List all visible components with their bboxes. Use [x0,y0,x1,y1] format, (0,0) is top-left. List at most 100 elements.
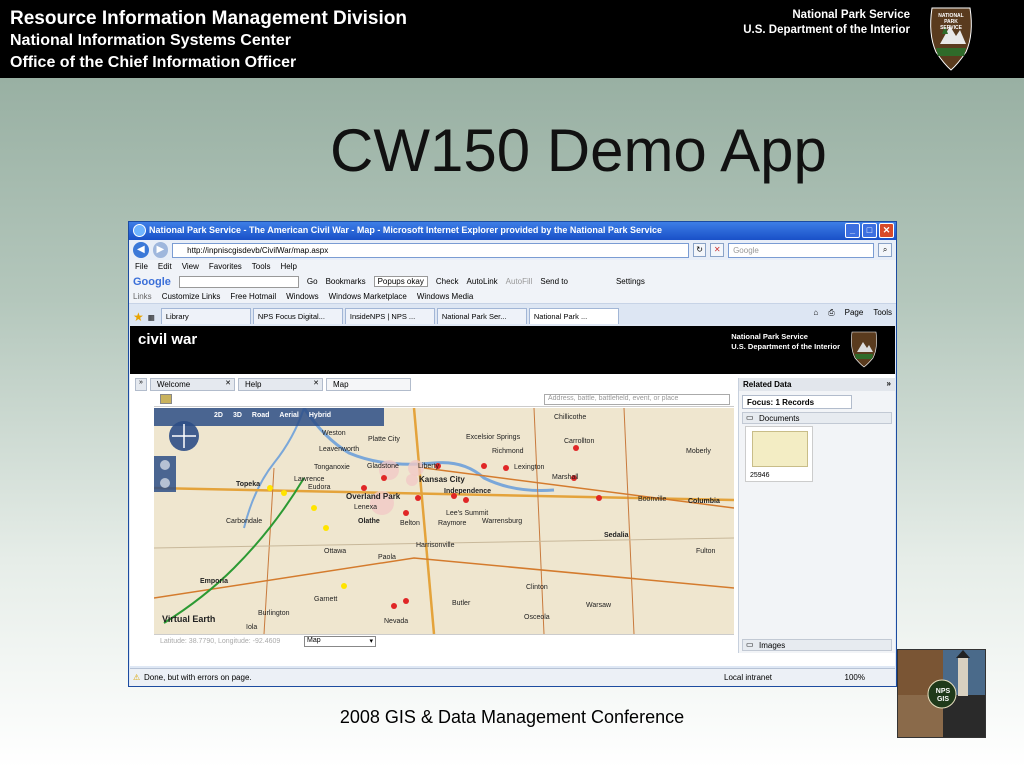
maximize-button[interactable]: □ [862,223,877,238]
documents-section[interactable]: ▭ Documents [742,412,892,424]
map-label: Carbondale [226,518,263,525]
collapse-right-icon[interactable]: » [887,379,891,388]
address-row: ◀ ▶ http://inpniscgisdevb/CivilWar/map.a… [129,240,896,260]
map-label: Topeka [236,481,260,488]
tab-welcome[interactable]: Welcome ✕ [150,378,235,391]
page-menu[interactable]: Page [845,308,864,318]
chevron-down-icon: ▾ [369,638,373,645]
map-label: Columbia [688,498,720,505]
related-data-title: Related Data [743,380,792,389]
map-search-placeholder: Address, battle, battlefield, event, or … [548,395,679,402]
tab-nps-1[interactable]: National Park Ser... [436,308,527,324]
address-text: http://inpniscgisdevb/CivilWar/map.aspx [187,245,329,255]
menu-help[interactable]: Help [280,262,296,271]
close-button[interactable]: ✕ [879,223,894,238]
home-icon[interactable]: ⌂ [813,308,818,318]
tab-nps-focus[interactable]: NPS Focus Digital... [252,308,343,324]
focus-records-tab[interactable]: Focus: 1 Records [742,395,852,409]
virtual-earth-logo: Virtual Earth [162,614,216,624]
link-media[interactable]: Windows Media [417,292,473,301]
autolink-button[interactable]: AutoLink [467,277,498,286]
refresh-icon[interactable]: ↻ [692,243,707,257]
google-toolbar: Google Go Bookmarks Popups okay Check Au… [129,273,896,290]
images-section[interactable]: ▭ Images [742,639,892,651]
zoom-level[interactable]: 100% [845,673,865,682]
related-data-header: Related Data » [739,378,895,391]
tab-map[interactable]: Map [326,378,411,391]
document-thumbnail[interactable]: 25946 [745,426,813,482]
status-text: Done, but with errors on page. [144,673,252,682]
popups-button[interactable]: Popups okay [373,276,428,287]
stop-icon[interactable]: ✕ [710,243,725,257]
layer-select[interactable]: Map ▾ [304,636,376,647]
sendto-button[interactable]: Send to [540,277,568,286]
print-icon[interactable]: ⎙ [828,308,834,318]
tools-menu[interactable]: Tools [873,308,892,318]
nps-arrowhead-logo: NATIONAL PARK SERVICE [930,7,972,71]
related-data-panel: Related Data » Focus: 1 Records ▭ Document… [738,378,895,653]
forward-button[interactable]: ▶ [152,242,169,258]
map-label: Garnett [314,596,338,603]
map-label: Sedalia [604,532,629,539]
panel-tabs: » Welcome ✕ Help ✕ Map [135,378,411,391]
map-label: Lexington [514,464,545,471]
search-icon[interactable]: ⌕ [878,243,892,257]
tab-help[interactable]: Help ✕ [238,378,323,391]
menu-tools[interactable]: Tools [252,262,271,271]
app-agency-name: National Park Service [731,332,808,341]
close-tab-icon[interactable]: ✕ [313,379,319,387]
links-label: Links [133,292,152,301]
documents-icon: ▭ [746,413,754,422]
google-search-input[interactable] [178,275,299,288]
map-toolbar: Address, battle, battlefield, event, or … [154,393,734,407]
minimize-button[interactable]: _ [845,223,860,238]
check-button[interactable]: Check [436,277,459,286]
layers-icon[interactable] [160,394,172,404]
close-tab-icon[interactable]: ✕ [225,379,231,387]
google-go-button[interactable]: Go [307,277,318,286]
map-label: Clinton [526,584,548,591]
tab-welcome-label: Welcome [157,380,191,389]
tab-nps-active[interactable]: National Park ... [528,308,619,324]
slide-header: Resource Information Management Division… [0,0,1024,78]
settings-button[interactable]: Settings [616,277,645,286]
office-name: Office of the Chief Information Officer [10,54,297,71]
security-zone: Local intranet [724,673,773,682]
division-name: Resource Information Management Division [10,8,407,29]
browser-tabs: ★ ▦ Library NPS Focus Digital... InsideN… [129,304,896,324]
favorites-star-icon[interactable]: ★ [133,310,144,324]
agency-block: National Park Service U.S. Department of… [743,8,910,38]
bookmarks-button[interactable]: Bookmarks [326,277,366,286]
menu-view[interactable]: View [182,262,199,271]
map-label: Emporia [200,578,229,585]
link-marketplace[interactable]: Windows Marketplace [329,292,407,301]
map-label: Raymore [438,520,467,527]
link-customize[interactable]: Customize Links [162,292,221,301]
address-bar[interactable]: http://inpniscgisdevb/CivilWar/map.aspx [172,242,689,258]
map-view[interactable]: 2D 3D Road Aerial Hybrid Weston Platte C… [154,408,734,634]
tab-insidenps[interactable]: InsideNPS | NPS ... [344,308,435,324]
map-search-input[interactable]: Address, battle, battlefield, event, or … [544,394,730,405]
collapse-left-icon[interactable]: » [135,378,147,391]
browser-search-input[interactable]: Google [728,242,875,258]
nps-gis-badge: NPS GIS [935,688,951,703]
map-label: Eudora [308,484,331,491]
conference-footer: 2008 GIS & Data Management Conference [339,707,685,727]
app-logo: civil war [138,331,198,348]
app-arrowhead-icon [851,331,877,368]
map-label: Boonville [638,496,667,503]
back-button[interactable]: ◀ [133,242,149,258]
map-label: Moberly [686,448,711,455]
link-windows[interactable]: Windows [286,292,318,301]
map-label: Carrollton [564,438,595,445]
menu-favorites[interactable]: Favorites [209,262,242,271]
center-name: National Information Systems Center [10,32,291,49]
link-hotmail[interactable]: Free Hotmail [230,292,276,301]
autofill-button[interactable]: AutoFill [506,277,533,286]
quick-tabs-icon[interactable]: ▦ [148,313,155,322]
map-label: Warsaw [586,602,612,609]
department-name: U.S. Department of the Interior [743,24,910,36]
menu-file[interactable]: File [135,262,148,271]
menu-edit[interactable]: Edit [158,262,172,271]
tab-library[interactable]: Library [160,308,251,324]
